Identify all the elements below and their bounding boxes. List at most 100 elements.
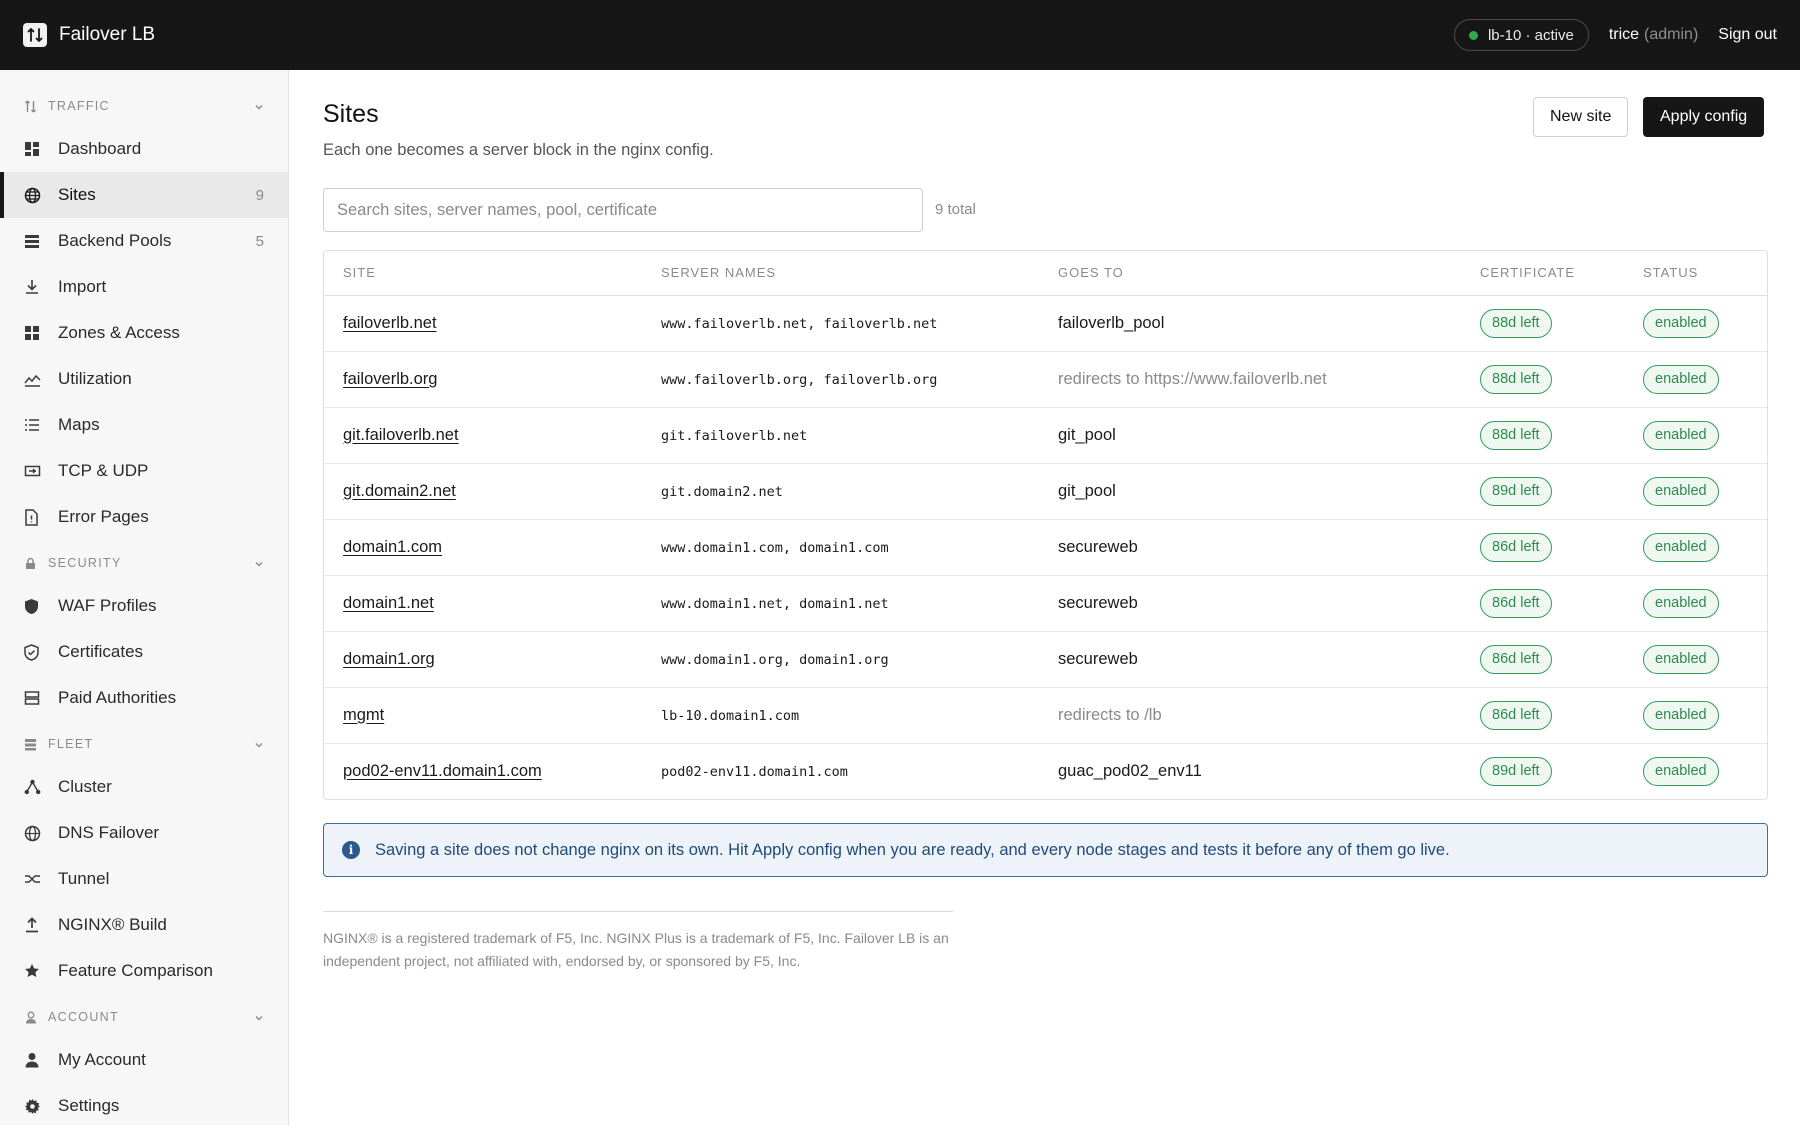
page-subtitle: Each one becomes a server block in the n… (323, 141, 714, 159)
apply-config-button[interactable]: Apply config (1643, 97, 1765, 137)
sidebar-item-maps[interactable]: Maps (0, 402, 288, 448)
server-names-cell: www.failoverlb.org, failoverlb.org (642, 351, 1039, 408)
sidebar-item-backend-pools[interactable]: Backend Pools 5 (0, 218, 288, 264)
sidebar-item-utilization[interactable]: Utilization (0, 356, 288, 402)
sites-table: SITE SERVER NAMES GOES TO CERTIFICATE ST… (323, 250, 1768, 800)
site-link[interactable]: domain1.org (343, 650, 435, 668)
server-names-cell: www.domain1.com, domain1.com (642, 519, 1039, 576)
star-icon (24, 962, 48, 980)
site-link[interactable]: failoverlb.net (343, 314, 437, 332)
sidebar-item-cluster[interactable]: Cluster (0, 764, 288, 810)
new-site-button[interactable]: New site (1533, 97, 1629, 137)
site-link[interactable]: pod02-env11.domain1.com (343, 762, 542, 780)
sidebar-item-paid-authorities[interactable]: Paid Authorities (0, 675, 288, 721)
goes-to-target: secureweb (1058, 649, 1138, 668)
server-names-cell: www.domain1.org, domain1.org (642, 631, 1039, 688)
file-icon (24, 508, 48, 526)
sites-count: 9 (255, 186, 264, 204)
sidebar-item-error-pages[interactable]: Error Pages (0, 494, 288, 540)
sidebar-item-feature-comparison[interactable]: Feature Comparison (0, 948, 288, 994)
sidebar-item-nginx-build[interactable]: NGINX® Build (0, 902, 288, 948)
certificate-cell: 89d left (1461, 743, 1624, 799)
sidebar-item-label: Maps (58, 415, 100, 434)
tunnel-icon (24, 870, 48, 888)
certificate-cell: 88d left (1461, 407, 1624, 464)
globe-icon (24, 186, 48, 204)
status-cell: enabled (1624, 407, 1767, 464)
site-cell: failoverlb.net (324, 295, 642, 352)
brand[interactable]: Failover LB (23, 23, 155, 47)
table-row[interactable]: git.domain2.net git.domain2.net git_pool 89… (324, 463, 1767, 520)
site-link[interactable]: git.domain2.net (343, 482, 456, 500)
server-names: www.failoverlb.org, failoverlb.org (661, 371, 938, 388)
table-row[interactable]: git.failoverlb.net git.failoverlb.net git_… (324, 407, 1767, 464)
server-names: www.domain1.org, domain1.org (661, 651, 889, 668)
site-link[interactable]: failoverlb.org (343, 370, 437, 388)
site-link[interactable]: domain1.net (343, 594, 434, 612)
app-name: Failover LB (59, 24, 156, 45)
search-input[interactable] (323, 188, 923, 232)
table-row[interactable]: domain1.net www.domain1.net, domain1.net s… (324, 575, 1767, 632)
column-header-goes-to[interactable]: GOES TO (1039, 251, 1461, 296)
column-header-status[interactable]: STATUS (1624, 251, 1767, 296)
server-icon (24, 689, 48, 707)
sidebar-item-my-account[interactable]: My Account (0, 1037, 288, 1083)
sidebar-item-dns-failover[interactable]: DNS Failover (0, 810, 288, 856)
table-row[interactable]: pod02-env11.domain1.com pod02-env11.domai… (324, 743, 1767, 799)
sidebar-item-tunnel[interactable]: Tunnel (0, 856, 288, 902)
goes-to-target: redirects to /lb (1058, 705, 1162, 724)
info-text: Saving a site does not change nginx on i… (375, 840, 1450, 859)
column-header-server-names[interactable]: SERVER NAMES (642, 251, 1039, 296)
lock-icon (24, 557, 37, 570)
server-names: www.domain1.com, domain1.com (661, 539, 889, 556)
section-fleet[interactable]: FLEET (0, 735, 288, 753)
site-cell: domain1.org (324, 631, 642, 688)
server-names: git.failoverlb.net (661, 427, 808, 444)
list-icon (24, 416, 48, 434)
site-cell: failoverlb.org (324, 351, 642, 408)
goes-to-target: secureweb (1058, 593, 1138, 612)
traffic-icon (24, 100, 37, 113)
table-row[interactable]: domain1.com www.domain1.com, domain1.com s… (324, 519, 1767, 576)
node-status-badge[interactable]: lb-10 · active (1453, 19, 1589, 51)
site-link[interactable]: domain1.com (343, 538, 442, 556)
table-row[interactable]: domain1.org www.domain1.org, domain1.org s… (324, 631, 1767, 688)
sidebar-item-label: My Account (58, 1050, 146, 1069)
user-info: trice (admin) (1609, 26, 1698, 44)
sidebar-item-settings[interactable]: Settings (0, 1083, 288, 1129)
sidebar-item-zones-access[interactable]: Zones & Access (0, 310, 288, 356)
section-traffic[interactable]: TRAFFIC (0, 97, 288, 115)
site-cell: domain1.net (324, 575, 642, 632)
sidebar-item-dashboard[interactable]: Dashboard (0, 126, 288, 172)
table-row[interactable]: mgmt lb-10.domain1.com redirects to /lb 86d… (324, 687, 1767, 744)
sidebar: TRAFFIC Dashboard Sites 9 Backend Pools … (0, 70, 289, 1125)
goes-to-target: git_pool (1058, 481, 1116, 500)
goes-to-target: redirects to https://www.failoverlb.net (1058, 369, 1327, 388)
chevron-down-icon (254, 101, 264, 111)
table-row[interactable]: failoverlb.net www.failoverlb.net, failov… (324, 295, 1767, 352)
sidebar-item-waf-profiles[interactable]: WAF Profiles (0, 583, 288, 629)
sidebar-item-tcp-udp[interactable]: TCP & UDP (0, 448, 288, 494)
table-row[interactable]: failoverlb.org www.failoverlb.org, failov… (324, 351, 1767, 408)
sidebar-item-label: Tunnel (58, 869, 110, 888)
sign-out-link[interactable]: Sign out (1718, 26, 1777, 44)
status-cell: enabled (1624, 463, 1767, 520)
column-header-certificate[interactable]: CERTIFICATE (1461, 251, 1624, 296)
certificate-badge: 89d left (1480, 476, 1552, 506)
sidebar-item-import[interactable]: Import (0, 264, 288, 310)
section-security[interactable]: SECURITY (0, 554, 288, 572)
site-link[interactable]: mgmt (343, 706, 384, 724)
sidebar-item-label: DNS Failover (58, 823, 160, 842)
column-header-site[interactable]: SITE (324, 251, 642, 296)
server-names-cell: git.domain2.net (642, 463, 1039, 520)
goes-to-cell: redirects to https://www.failoverlb.net (1039, 351, 1461, 408)
chevron-down-icon (254, 558, 264, 568)
section-account[interactable]: ACCOUNT (0, 1008, 288, 1026)
sidebar-item-label: Import (58, 277, 107, 296)
site-link[interactable]: git.failoverlb.net (343, 426, 459, 444)
stack-icon (24, 232, 48, 250)
trademark-note: NGINX® is a registered trademark of F5, … (323, 930, 949, 969)
sidebar-item-certificates[interactable]: Certificates (0, 629, 288, 675)
sidebar-item-sites[interactable]: Sites 9 (0, 172, 288, 218)
goes-to-target: failoverlb_pool (1058, 313, 1165, 332)
